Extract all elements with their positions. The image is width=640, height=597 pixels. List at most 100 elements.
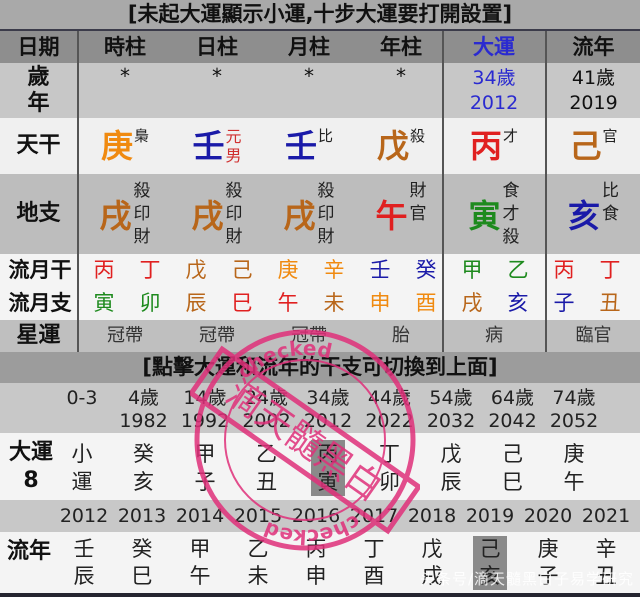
liunian-year-item[interactable]: 2017 (345, 500, 403, 532)
switch-hint-banner: [點擊大運和流年的干支可切換到上面] (0, 352, 640, 383)
dayun-ganzhi-item[interactable]: 庚午 (557, 440, 591, 496)
dayun-stem: 甲 (194, 442, 216, 466)
dayun-branch: 運 (71, 470, 93, 494)
liunian-ganzhi-item[interactable]: 乙未 (241, 536, 275, 590)
dayun-ganzhi-item[interactable]: 己巳 (496, 440, 530, 496)
dayun-start-year-text: 2052 (549, 410, 599, 432)
dayun-start-year-text: 2032 (426, 410, 476, 432)
liunian-ganzhi-item[interactable]: 丙申 (299, 536, 333, 590)
dayun-stem: 戊 (440, 442, 462, 466)
dayun-stem: 己 (502, 442, 523, 466)
liunian-ganzhi-item[interactable]: 甲午 (183, 536, 217, 590)
liunian-label: 流年 (6, 539, 51, 564)
dayun-start-age-text: 4歲 (127, 387, 160, 409)
heavenly-stem-row: 天干 庚梟壬元男壬比戊殺丙才己官 (0, 118, 640, 174)
liunian-branch: 未 (247, 564, 269, 588)
liunian-year-item[interactable]: 2013 (113, 500, 171, 532)
liunian-year-item[interactable]: 2018 (403, 500, 461, 532)
hidden-stem-ten-god: 印 (225, 203, 243, 224)
hidden-stem-ten-god: 財 (317, 226, 335, 247)
liunian-year-item[interactable]: 2021 (577, 500, 635, 532)
dayun-label: 大運 (8, 440, 53, 465)
liunian-year-item[interactable]: 2016 (287, 500, 345, 532)
dayun-start-year-text: 1982 (119, 410, 168, 432)
dayun-stem: 小 (71, 442, 93, 466)
dayun-stem-char: 丙 (469, 127, 502, 165)
hidden-stem-ten-god: 印 (317, 203, 335, 224)
dayun-age-item[interactable]: 4歲 1982 (115, 387, 173, 433)
dayun-age-row: 0-3 4歲 1982 14歲 1992 24歲 2002 34歲 2012 44歲 2022 54… (0, 383, 640, 433)
monthly-branch-10: 亥 (507, 291, 529, 315)
dayun-ganzhi-item[interactable]: 小運 (65, 440, 99, 496)
dayun-ganzhi-item[interactable]: 癸亥 (127, 440, 161, 496)
hidden-stem-ten-god: 殺 (133, 180, 151, 201)
monthly-branch-1: 寅 (93, 291, 115, 315)
dayun-ganzhi-item[interactable]: 甲子 (188, 440, 222, 496)
dayun-age-item[interactable]: 44歲 2022 (361, 387, 419, 433)
liunian-stem: 乙 (247, 537, 269, 561)
liunian-stem-cell[interactable]: 己官 (547, 118, 640, 174)
liunian-branch: 酉 (363, 564, 385, 588)
liunian-ganzhi-item[interactable]: 癸巳 (125, 536, 159, 590)
hidden-stem-ten-god: 食 (602, 204, 619, 224)
dayun-branch: 辰 (440, 470, 462, 494)
liunian-year-item[interactable]: 2019 (461, 500, 519, 532)
liunian-year-item[interactable]: 2014 (171, 500, 229, 532)
liunian-year-item[interactable]: 2020 (519, 500, 577, 532)
hidden-stem-ten-god: 官 (409, 204, 427, 224)
dayun-header[interactable]: 大運 (444, 31, 544, 63)
hidden-stem-ten-god: 印 (133, 203, 151, 224)
liunian-age: 41歲 (571, 67, 616, 89)
monthly-branch-label: 流月支 (8, 291, 72, 315)
hour-branch-cell: 戌殺印財 (79, 174, 171, 254)
monthly-stem-7: 壬 (369, 258, 391, 282)
month-stem-cell: 壬比 (263, 118, 355, 174)
dayun-age-item[interactable]: 14歲 1992 (176, 387, 234, 433)
liunian-year-item[interactable]: 2015 (229, 500, 287, 532)
year-branch-wrap: 午財官 (375, 174, 426, 254)
liunian-ganzhi-item[interactable]: 壬辰 (67, 536, 101, 590)
dayun-branch: 巳 (502, 470, 523, 494)
column-divider (442, 31, 444, 352)
month-hidden-stems: 殺印財 (318, 180, 335, 249)
monthly-stem-12: 丁 (599, 258, 621, 282)
dayun-age-item[interactable]: 64歲 2042 (484, 387, 542, 433)
dayun-year: 2012 (469, 92, 519, 114)
monthly-stem-9: 甲 (461, 258, 483, 282)
dayun-branch: 午 (563, 470, 585, 494)
dayun-stem-cell[interactable]: 丙才 (444, 118, 544, 174)
liunian-stem: 辛 (595, 537, 617, 561)
monthly-stem-4: 己 (231, 258, 253, 282)
liunian-header[interactable]: 流年 (547, 31, 640, 63)
dayun-ganzhi-item[interactable]: 乙丑 (250, 440, 284, 496)
dayun-stem-ten-god: 才 (503, 127, 519, 145)
liunian-year-row: 2012 2013 2014 2015 2016 2017 2018 2019 2020 2021 (0, 500, 640, 532)
hour-age: * (120, 64, 130, 88)
liunian-ganzhi-item[interactable]: 丁酉 (357, 536, 391, 590)
dayun-ganzhi-item[interactable]: 戊辰 (434, 440, 468, 496)
day-stem-cell: 壬元男 (171, 118, 263, 174)
hidden-stem-ten-god: 殺 (225, 180, 243, 201)
dayun-age-item[interactable]: 74歲 2052 (545, 387, 603, 433)
monthly-branch-6: 未 (323, 291, 345, 315)
liunian-branch: 申 (305, 564, 327, 588)
dayun-age-item[interactable]: 0-3 (53, 387, 111, 433)
day-star-fortune: 冠帶 (199, 325, 235, 346)
dayun-start-year-text: 2012 (303, 410, 353, 432)
liunian-year-item[interactable]: 2012 (55, 500, 113, 532)
dayun-age-item[interactable]: 24歲 2002 (238, 387, 296, 433)
dayun-ganzhi-item[interactable]: 丁卯 (373, 440, 407, 496)
liunian-age-cell: 41歲 2019 (547, 63, 640, 118)
dayun-age-item[interactable]: 54歲 2032 (422, 387, 480, 433)
liunian-branch-cell[interactable]: 亥比食 (547, 174, 640, 254)
earthly-branch-row: 地支 戌殺印財戌殺印財戌殺印財午財官寅食才殺亥比食 (0, 174, 640, 254)
dayun-age: 34歲 (472, 67, 516, 89)
liunian-stem-char: 己 (569, 127, 602, 165)
year-stem-char: 戊 (376, 127, 409, 165)
hidden-stem-ten-god: 食 (502, 180, 520, 201)
dayun-stem: 丁 (379, 442, 400, 466)
dayun-branch-cell[interactable]: 寅食才殺 (444, 174, 544, 254)
month-branch-cell: 戌殺印財 (263, 174, 355, 254)
dayun-ganzhi-item[interactable]: 丙寅 (311, 440, 345, 496)
dayun-age-item[interactable]: 34歲 2012 (299, 387, 357, 433)
